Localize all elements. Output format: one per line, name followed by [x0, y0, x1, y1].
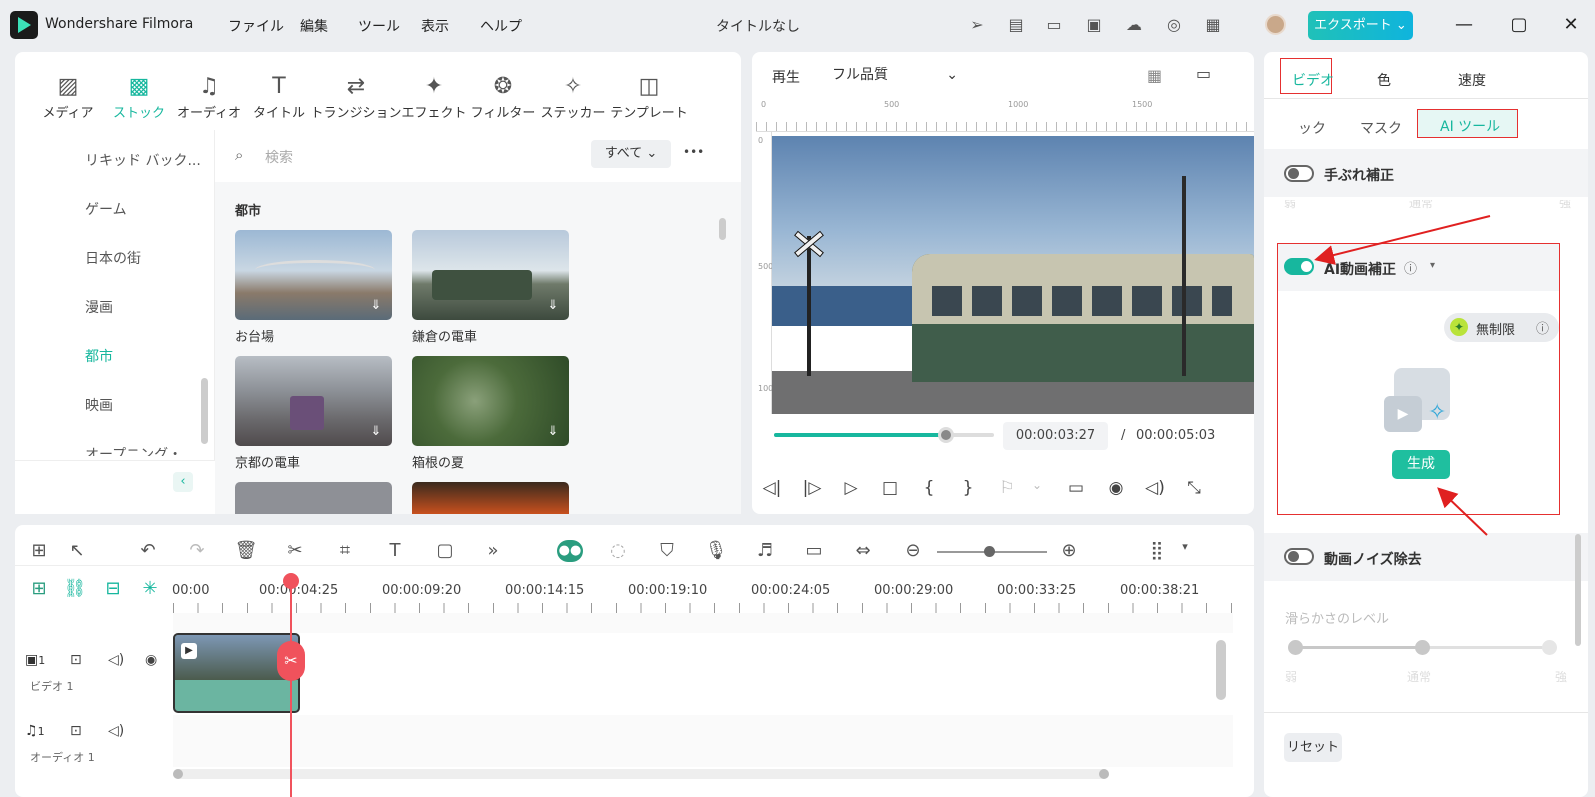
arrow-to-generate	[1437, 487, 1488, 536]
annotation-arrows	[1314, 215, 1491, 536]
arrow-to-toggle	[1314, 215, 1491, 265]
